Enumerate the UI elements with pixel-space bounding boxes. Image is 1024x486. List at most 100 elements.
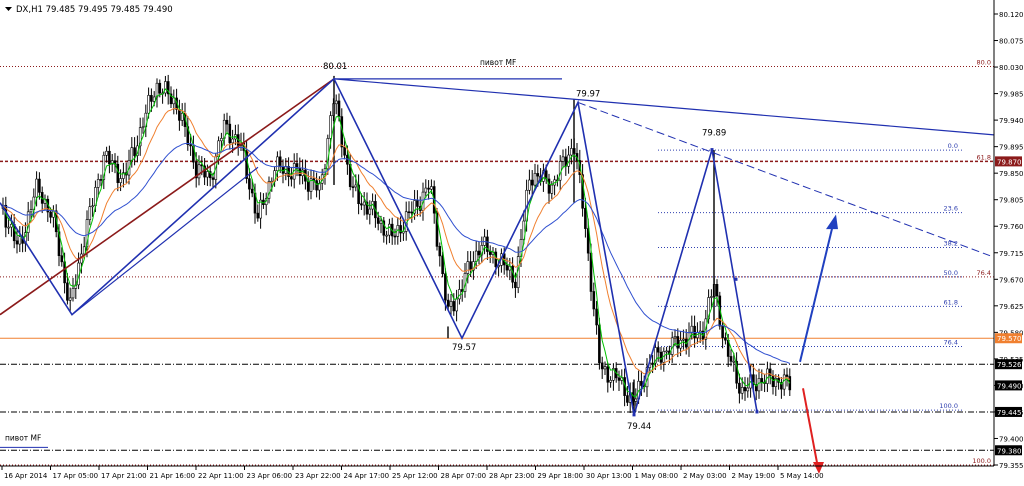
time-tick-label: 21 Apr 16:00 bbox=[150, 472, 196, 480]
candle-body bbox=[49, 211, 52, 218]
wave-marker bbox=[710, 148, 714, 152]
candle-body bbox=[178, 109, 181, 121]
candle-body bbox=[248, 178, 251, 190]
candle-body bbox=[38, 178, 41, 193]
candle-body bbox=[533, 173, 537, 186]
candle-body bbox=[424, 187, 428, 193]
candle-body bbox=[584, 207, 587, 229]
candle-body bbox=[116, 163, 120, 183]
candle-body bbox=[35, 178, 38, 198]
candle-body bbox=[329, 115, 332, 139]
chart-header: DX,H1 79.485 79.495 79.485 79.490 bbox=[5, 5, 173, 15]
candle-body bbox=[729, 356, 733, 362]
price-tick-label: 79.805 bbox=[999, 197, 1024, 205]
candle-body bbox=[315, 180, 318, 191]
candle-body bbox=[458, 289, 461, 300]
candle-body bbox=[189, 144, 192, 147]
candle-body bbox=[410, 211, 414, 214]
time-tick-label: 30 Apr 13:00 bbox=[586, 472, 632, 480]
candle-body bbox=[598, 324, 601, 364]
candle-body bbox=[105, 150, 108, 156]
candle-body bbox=[766, 368, 769, 384]
candle-body bbox=[158, 82, 162, 94]
wave-marker bbox=[755, 410, 759, 414]
candle-body bbox=[452, 301, 456, 312]
candle-body bbox=[474, 250, 478, 262]
chart-canvas[interactable]: 80.061.876.4100.0 0.023.638.250.061.876.… bbox=[0, 0, 1024, 482]
candle-body bbox=[334, 100, 338, 105]
candle-body bbox=[446, 299, 450, 307]
candle-body bbox=[133, 147, 136, 156]
candle-body bbox=[362, 201, 366, 206]
fib-label: 23.6 bbox=[944, 205, 958, 213]
candle-body bbox=[368, 208, 372, 215]
time-tick-label: 25 Apr 12:00 bbox=[392, 472, 438, 480]
candle-body bbox=[724, 337, 727, 341]
candle-body bbox=[438, 246, 442, 257]
candle-body bbox=[206, 171, 209, 178]
candle-body bbox=[108, 150, 111, 165]
price-tick-label: 79.760 bbox=[999, 223, 1024, 231]
candle-body bbox=[385, 234, 388, 237]
candle-body bbox=[60, 255, 64, 263]
candle-body bbox=[259, 199, 262, 219]
time-tick-label: 29 Apr 18:00 bbox=[538, 472, 584, 480]
pivot-label: пивот MF bbox=[5, 433, 41, 442]
symbol-info: DX,H1 79.485 79.495 79.485 79.490 bbox=[16, 5, 173, 15]
level-label: 80.0 bbox=[977, 58, 991, 66]
price-tick-label: 80.120 bbox=[999, 11, 1024, 19]
candle-body bbox=[360, 203, 363, 206]
candle-body bbox=[15, 240, 19, 245]
candle-body bbox=[676, 336, 680, 349]
candle-body bbox=[760, 378, 764, 383]
candle-body bbox=[225, 119, 229, 125]
candle-body bbox=[278, 156, 282, 168]
price-tick-label: 79.625 bbox=[999, 303, 1024, 311]
candle-body bbox=[29, 209, 33, 213]
time-tick-label: 28 Apr 07:00 bbox=[441, 472, 487, 480]
candle-body bbox=[528, 179, 531, 191]
fib-label: 76.4 bbox=[944, 339, 958, 347]
candle-body bbox=[732, 360, 736, 363]
candle-body bbox=[343, 146, 346, 156]
price-tick-label: 79.895 bbox=[999, 144, 1024, 152]
wave-marker bbox=[734, 277, 738, 281]
wave-label: 79.57 bbox=[452, 343, 476, 353]
candle-body bbox=[180, 112, 184, 121]
candle-body bbox=[603, 366, 607, 370]
price-tag-label: 79.380 bbox=[997, 447, 1022, 455]
candle-body bbox=[682, 338, 685, 341]
candle-body bbox=[665, 350, 668, 353]
candle-body bbox=[757, 378, 761, 392]
candle-body bbox=[785, 374, 789, 377]
candle-body bbox=[211, 177, 215, 180]
wave-label: 79.44 bbox=[627, 422, 651, 432]
candle-body bbox=[290, 176, 293, 180]
candle-body bbox=[743, 387, 747, 392]
candle-body bbox=[547, 178, 551, 194]
candle-body bbox=[119, 178, 122, 183]
price-chart[interactable]: 80.0 61.8 76.4 100.0 0.0 23.6 38.2 50.0 61.8 76.… bbox=[0, 0, 1024, 482]
candle-body bbox=[354, 184, 358, 188]
candle-body bbox=[600, 362, 604, 370]
time-tick-label: 5 May 14:00 bbox=[780, 472, 824, 480]
candle-body bbox=[147, 95, 150, 114]
time-tick-label: 17 Apr 21:00 bbox=[101, 472, 147, 480]
candle-body bbox=[379, 220, 383, 224]
candle-body bbox=[514, 281, 517, 288]
candle-body bbox=[231, 138, 234, 144]
time-tick-label: 24 Apr 17:00 bbox=[344, 472, 390, 480]
candle-body bbox=[10, 224, 13, 228]
wave-label: 79.97 bbox=[576, 89, 600, 99]
price-tick-label: 79.355 bbox=[999, 462, 1024, 470]
candle-body bbox=[7, 226, 10, 229]
candle-body bbox=[91, 205, 94, 208]
candle-body bbox=[469, 261, 472, 271]
candle-body bbox=[740, 387, 744, 394]
candle-body bbox=[561, 156, 565, 162]
candle-body bbox=[444, 273, 447, 301]
candle-body bbox=[276, 156, 279, 171]
candle-body bbox=[399, 225, 402, 234]
level-label: 100.0 bbox=[972, 457, 991, 465]
candle-body bbox=[306, 180, 310, 192]
